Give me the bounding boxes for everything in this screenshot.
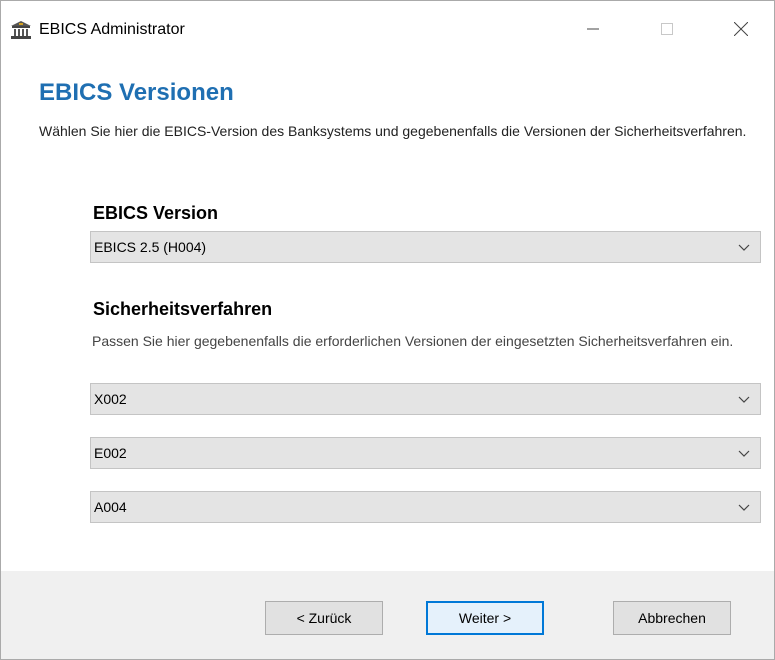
ebics-version-value: EBICS 2.5 (H004): [94, 239, 207, 255]
close-button[interactable]: [717, 1, 765, 57]
maximize-icon: [661, 23, 673, 35]
next-button[interactable]: Weiter >: [426, 601, 544, 635]
wizard-window: EBICS Administrator EBICS Versionen Wähl…: [0, 0, 775, 660]
page-title: EBICS Versionen: [39, 79, 234, 106]
cancel-button[interactable]: Abbrechen: [613, 601, 731, 635]
minimize-icon: [587, 28, 599, 30]
chevron-down-icon: [738, 396, 750, 403]
authentication-version-value: X002: [94, 391, 127, 407]
maximize-button[interactable]: [643, 1, 691, 57]
bank-icon: [11, 21, 31, 39]
encryption-version-value: E002: [94, 445, 127, 461]
ebics-version-select[interactable]: EBICS 2.5 (H004): [90, 231, 761, 263]
signature-version-select[interactable]: A004: [90, 491, 761, 523]
title-bar[interactable]: EBICS Administrator: [1, 1, 774, 57]
signature-version-value: A004: [94, 499, 127, 515]
page-description: Wählen Sie hier die EBICS-Version des Ba…: [39, 123, 747, 139]
chevron-down-icon: [738, 450, 750, 457]
ebics-version-title: EBICS Version: [93, 203, 219, 223]
chevron-down-icon: [738, 244, 750, 251]
minimize-button[interactable]: [569, 1, 617, 57]
encryption-version-select[interactable]: E002: [90, 437, 761, 469]
authentication-version-select[interactable]: X002: [90, 383, 761, 415]
chevron-down-icon: [738, 504, 750, 511]
security-procedures-description: Passen Sie hier gegebenenfalls die erfor…: [92, 333, 734, 349]
security-procedures-title: Sicherheitsverfahren: [93, 299, 273, 319]
window-title: EBICS Administrator: [39, 21, 185, 38]
back-button[interactable]: < Zurück: [265, 601, 383, 635]
close-icon: [734, 22, 748, 36]
